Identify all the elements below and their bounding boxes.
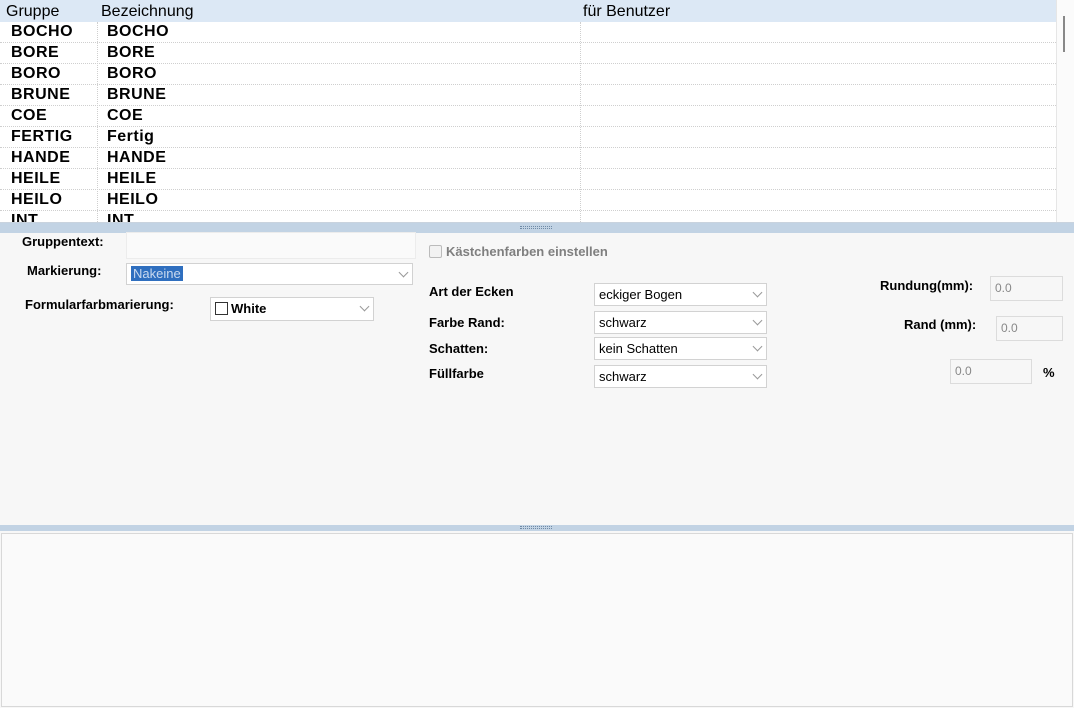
cell-bezeichnung: COE <box>107 107 144 124</box>
cell-gruppe: COE <box>11 107 48 124</box>
fuellfarbe-label: Füllfarbe <box>429 366 484 381</box>
cell-gruppe: BOCHO <box>11 23 74 40</box>
rand-label: Rand (mm): <box>904 317 977 332</box>
rundung-input[interactable]: 0.0 <box>990 276 1063 301</box>
cell-gruppe: BORE <box>11 44 60 61</box>
group-settings-form: Gruppentext: Markierung: Nakeine Formula… <box>0 232 1074 525</box>
formularfarb-value: White <box>231 301 267 316</box>
chevron-down-icon <box>752 287 763 298</box>
rundung-label: Rundung(mm): <box>880 278 974 293</box>
column-header-fuer-benutzer[interactable]: für Benutzer <box>583 3 670 21</box>
gruppentext-input[interactable] <box>126 232 416 259</box>
cell-bezeichnung: Fertig <box>107 128 155 145</box>
grid-scrollbar[interactable] <box>1056 0 1074 222</box>
markierung-selected-value: Nakeine <box>131 266 183 281</box>
gruppentext-label: Gruppentext: <box>22 234 104 249</box>
splitter-grip <box>520 226 552 229</box>
farbe-rand-label: Farbe Rand: <box>429 315 505 330</box>
column-header-bezeichnung[interactable]: Bezeichnung <box>101 3 194 21</box>
kaestchen-checkbox[interactable] <box>429 245 442 258</box>
percent-input[interactable]: 0.0 <box>950 359 1032 384</box>
cell-gruppe: HEILE <box>11 170 61 187</box>
cell-gruppe: INT <box>11 212 39 223</box>
art-ecken-select[interactable]: eckiger Bogen <box>594 283 767 306</box>
table-row[interactable]: BOCHO BOCHO <box>0 22 1056 43</box>
formularfarb-select[interactable]: White <box>210 297 374 321</box>
farbe-rand-select[interactable]: schwarz <box>594 311 767 334</box>
cell-bezeichnung: BORE <box>107 44 156 61</box>
markierung-label: Markierung: <box>27 263 102 278</box>
rand-input[interactable]: 0.0 <box>996 316 1063 341</box>
fuellfarbe-select[interactable]: schwarz <box>594 365 767 388</box>
chevron-down-icon <box>398 267 409 278</box>
cell-gruppe: HANDE <box>11 149 71 166</box>
cell-gruppe: FERTIG <box>11 128 73 145</box>
cell-bezeichnung: INT <box>107 212 135 223</box>
cell-bezeichnung: BORO <box>107 65 157 82</box>
cell-bezeichnung: HANDE <box>107 149 167 166</box>
grid-header: Gruppe Bezeichnung für Benutzer <box>0 0 1056 22</box>
splitter-grip <box>520 526 552 529</box>
grid-rows: BOCHO BOCHO BORE BORE BORO BORO BRUNE BRUNE COE C… <box>0 22 1056 223</box>
chevron-down-icon <box>752 315 763 326</box>
chevron-down-icon <box>359 301 370 312</box>
cell-bezeichnung: BOCHO <box>107 23 170 40</box>
kaestchen-label: Kästchenfarben einstellen <box>446 244 608 259</box>
bottom-panel <box>1 533 1073 707</box>
table-row[interactable]: FERTIG Fertig <box>0 127 1056 148</box>
schatten-label: Schatten: <box>429 341 489 356</box>
chevron-down-icon <box>752 369 763 380</box>
cell-bezeichnung: HEILE <box>107 170 157 187</box>
cell-bezeichnung: BRUNE <box>107 86 167 103</box>
scrollbar-thumb[interactable] <box>1063 16 1065 52</box>
table-row[interactable]: HANDE HANDE <box>0 148 1056 169</box>
percent-unit: % <box>1043 365 1055 380</box>
table-row[interactable]: HEILO HEILO <box>0 190 1056 211</box>
cell-gruppe: HEILO <box>11 191 63 208</box>
splitter-bottom[interactable] <box>0 525 1074 531</box>
group-grid[interactable]: Gruppe Bezeichnung für Benutzer BOCHO BOC… <box>0 0 1074 223</box>
cell-gruppe: BORO <box>11 65 61 82</box>
markierung-select[interactable]: Nakeine <box>126 263 413 285</box>
table-row[interactable]: BRUNE BRUNE <box>0 85 1056 106</box>
table-row[interactable]: BORO BORO <box>0 64 1056 85</box>
schatten-select[interactable]: kein Schatten <box>594 337 767 360</box>
cell-bezeichnung: HEILO <box>107 191 159 208</box>
chevron-down-icon <box>752 341 763 352</box>
color-swatch-icon <box>215 302 228 315</box>
table-row[interactable]: INT INT <box>0 211 1056 223</box>
formularfarb-label: Formularfarbmarierung: <box>25 297 174 312</box>
cell-gruppe: BRUNE <box>11 86 71 103</box>
table-row[interactable]: COE COE <box>0 106 1056 127</box>
column-header-gruppe[interactable]: Gruppe <box>6 3 59 21</box>
table-row[interactable]: BORE BORE <box>0 43 1056 64</box>
art-ecken-label: Art der Ecken <box>429 284 514 299</box>
table-row[interactable]: HEILE HEILE <box>0 169 1056 190</box>
